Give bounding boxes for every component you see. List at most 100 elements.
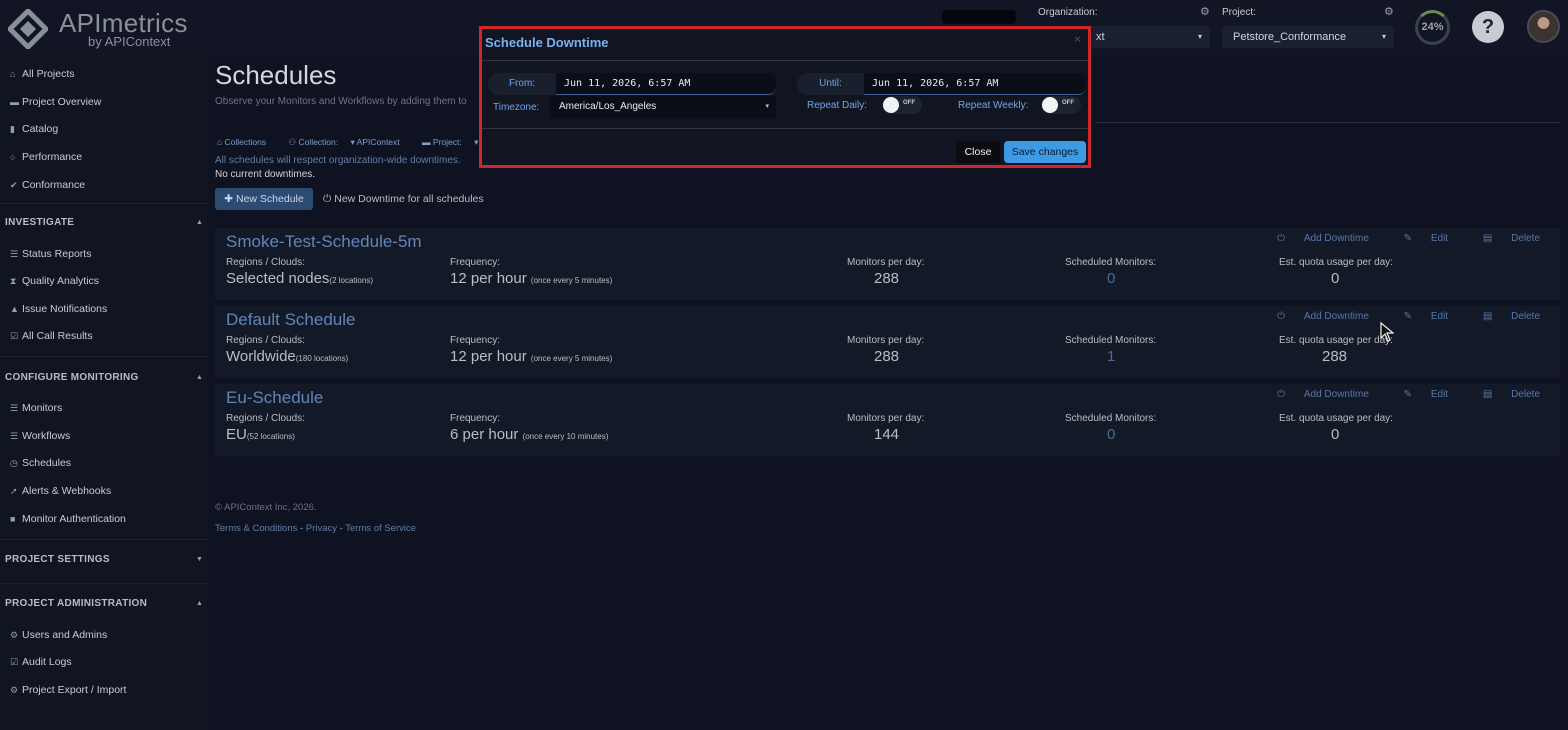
close-button[interactable]: Close (956, 141, 1000, 163)
organization-label: Organization: (1038, 7, 1098, 18)
frequency-value: 12 per hour (once every 5 minutes) (450, 270, 613, 287)
sidebar-section-investigate[interactable]: INVESTIGATE (5, 217, 74, 228)
frequency-value: 6 per hour (once every 10 minutes) (450, 426, 609, 443)
sidebar-section-configure-monitoring[interactable]: CONFIGURE MONITORING (5, 372, 139, 383)
chevron-down-icon: ▾ (1197, 32, 1202, 41)
dashboard-icon: ○ (10, 152, 16, 162)
timezone-select[interactable]: America/Los_Angeles ▾ (550, 96, 776, 118)
trash-icon: ▤ (1482, 233, 1493, 244)
organization-gear-icon[interactable]: ⚙ (1200, 5, 1210, 18)
sidebar-item-monitor-authentication[interactable]: ■ Monitor Authentication (10, 513, 126, 525)
schedule-card: Eu-Schedule ⏻ Add Downtime ✎ Edit ▤ Dele… (215, 384, 1560, 456)
sidebar-item-workflows[interactable]: ☰ Workflows (10, 430, 70, 442)
caret-up-icon[interactable]: ▲ (196, 600, 203, 607)
add-downtime-button[interactable]: ⏻ Add Downtime (1261, 311, 1369, 322)
schedule-name[interactable]: Default Schedule (226, 310, 355, 330)
gear-icon: ⚙ (10, 685, 19, 695)
sidebar-section-project-settings[interactable]: PROJECT SETTINGS (5, 554, 110, 565)
breadcrumb-collections[interactable]: ⌂ Collections (217, 137, 276, 147)
sidebar-item-all-projects[interactable]: ⌂ All Projects (10, 68, 75, 80)
monitors-per-day-label: Monitors per day: (847, 335, 925, 346)
quota-label: Est. quota usage per day: (1279, 335, 1393, 346)
regions-value: EU(52 locations) (226, 426, 295, 443)
breadcrumb-collection[interactable]: ⚇ Collection: ▾ APIContext (288, 137, 409, 147)
sidebar-section-project-administration[interactable]: PROJECT ADMINISTRATION (5, 598, 147, 609)
sidebar-item-catalog[interactable]: ▮ Catalog (10, 123, 58, 135)
no-downtimes-text: No current downtimes. (215, 169, 316, 180)
quota-value: 0 (1331, 426, 1340, 443)
avatar[interactable] (1527, 10, 1560, 43)
frequency-label: Frequency: (450, 413, 501, 424)
delete-button[interactable]: ▤ Delete (1467, 389, 1540, 400)
sidebar-item-issue-notifications[interactable]: ▲ Issue Notifications (10, 303, 107, 315)
modal-divider (482, 128, 1088, 129)
power-icon: ⏻ (1277, 233, 1286, 244)
modal-divider (482, 60, 1088, 61)
sidebar-item-schedules[interactable]: ◷ Schedules (10, 457, 71, 469)
new-downtime-button[interactable]: ⏻ New Downtime for all schedules (323, 193, 484, 206)
plus-icon: ✚ (224, 193, 234, 205)
caret-up-icon[interactable]: ▲ (196, 219, 203, 226)
repeat-weekly-toggle[interactable]: OFF (1041, 96, 1081, 114)
schedule-name[interactable]: Eu-Schedule (226, 388, 323, 408)
project-gear-icon[interactable]: ⚙ (1384, 5, 1394, 18)
apimetrics-logo[interactable]: APImetrics by APIContext (8, 6, 188, 52)
schedule-actions: ⏻ Add Downtime ✎ Edit ▤ Delete (1245, 389, 1540, 400)
trash-icon: ▤ (1482, 389, 1493, 400)
schedule-name[interactable]: Smoke-Test-Schedule-5m (226, 232, 422, 252)
add-downtime-button[interactable]: ⏻ Add Downtime (1261, 389, 1369, 400)
privacy-link[interactable]: Privacy (306, 523, 337, 534)
caret-up-icon[interactable]: ▲ (196, 374, 203, 381)
from-label: From: (488, 73, 556, 95)
scheduled-monitors-link[interactable]: 0 (1107, 426, 1115, 443)
scheduled-monitors-link[interactable]: 0 (1107, 270, 1115, 287)
terms-link[interactable]: Terms & Conditions (215, 523, 297, 534)
caret-down-icon[interactable]: ▼ (196, 556, 203, 563)
edit-button[interactable]: ✎ Edit (1388, 311, 1448, 322)
timezone-label: Timezone: (493, 102, 540, 113)
sidebar-item-status-reports[interactable]: ☰ Status Reports (10, 248, 91, 260)
frequency-value: 12 per hour (once every 5 minutes) (450, 348, 613, 365)
sidebar-item-all-call-results[interactable]: ☑ All Call Results (10, 330, 93, 342)
project-select[interactable]: Petstore_Conformance ▾ (1222, 26, 1394, 48)
sidebar-item-performance[interactable]: ○ Performance (10, 151, 82, 163)
until-datetime-input[interactable]: Jun 11, 2026, 6:57 AM (864, 73, 1086, 95)
frequency-label: Frequency: (450, 257, 501, 268)
sidebar-item-audit-logs[interactable]: ☑ Audit Logs (10, 656, 72, 668)
quota-usage-gauge[interactable]: 24% (1415, 10, 1450, 45)
delete-button[interactable]: ▤ Delete (1467, 233, 1540, 244)
bell-icon: ▲ (10, 304, 19, 314)
save-changes-button[interactable]: Save changes (1004, 141, 1086, 163)
add-downtime-button[interactable]: ⏻ Add Downtime (1261, 233, 1369, 244)
sidebar-item-alerts-webhooks[interactable]: ➚ Alerts & Webhooks (10, 485, 111, 497)
pencil-icon: ✎ (1403, 311, 1413, 322)
edit-button[interactable]: ✎ Edit (1388, 389, 1448, 400)
sidebar-item-project-overview[interactable]: ▬ Project Overview (10, 96, 101, 108)
rocket-icon: ➚ (10, 486, 18, 496)
from-datetime-input[interactable]: Jun 11, 2026, 6:57 AM (556, 73, 776, 95)
help-icon[interactable]: ? (1472, 11, 1504, 43)
monitors-per-day-value: 144 (874, 426, 900, 443)
new-schedule-button[interactable]: ✚ New Schedule (215, 188, 313, 210)
delete-button[interactable]: ▤ Delete (1467, 311, 1540, 322)
sidebar-item-conformance[interactable]: ✔ Conformance (10, 179, 85, 191)
schedule-card: Default Schedule ⏻ Add Downtime ✎ Edit ▤… (215, 306, 1560, 378)
close-icon[interactable]: × (1074, 32, 1081, 46)
scheduled-monitors-link[interactable]: 1 (1107, 348, 1115, 365)
terms-of-service-link[interactable]: Terms of Service (345, 523, 416, 534)
sidebar-item-quality-analytics[interactable]: ⧗ Quality Analytics (10, 275, 99, 287)
home-icon: ⌂ (10, 69, 16, 79)
page-title: Schedules (215, 60, 337, 90)
toggle-knob (883, 97, 899, 113)
check-square-icon: ☑ (10, 657, 19, 667)
org-downtime-note: All schedules will respect organization-… (215, 155, 461, 166)
sidebar-item-users-and-admins[interactable]: ⚙ Users and Admins (10, 629, 107, 641)
edit-button[interactable]: ✎ Edit (1388, 233, 1448, 244)
top-search-pill[interactable] (942, 10, 1016, 24)
sidebar-item-monitors[interactable]: ☰ Monitors (10, 402, 62, 414)
repeat-daily-toggle[interactable]: OFF (882, 96, 922, 114)
monitors-per-day-label: Monitors per day: (847, 257, 925, 268)
footer-separator: - (339, 523, 343, 534)
folder-icon: ▬ (10, 97, 19, 107)
sidebar-item-project-export-import[interactable]: ⚙ Project Export / Import (10, 684, 126, 696)
